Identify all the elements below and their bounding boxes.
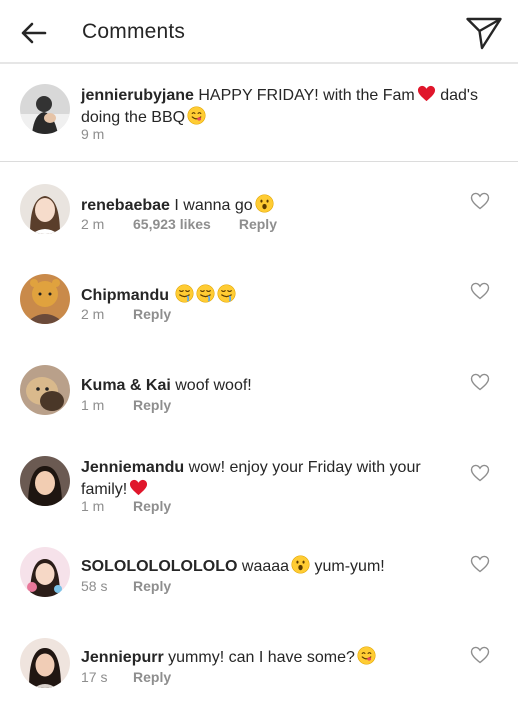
caption-body: HAPPY FRIDAY! with the Fam	[198, 87, 415, 104]
comment-meta: 2 m 65,923 likes Reply	[81, 216, 277, 232]
surprised-face-icon	[255, 194, 274, 213]
like-button[interactable]	[470, 555, 492, 575]
comment-likes[interactable]: 65,923 likes	[133, 216, 211, 232]
comment-row: Chipmandu 2 m Reply	[0, 272, 518, 342]
avatar[interactable]	[20, 547, 70, 597]
heart-outline-icon	[470, 646, 490, 664]
avatar[interactable]	[20, 274, 70, 324]
avatar[interactable]	[20, 184, 70, 234]
comment-body: waaaa	[241, 558, 290, 575]
heart-outline-icon	[470, 282, 490, 300]
reply-button[interactable]: Reply	[133, 578, 171, 594]
caption-text: jennierubyjane HAPPY FRIDAY! with the Fa…	[81, 84, 511, 128]
like-button[interactable]	[470, 464, 492, 484]
post-caption: jennierubyjane HAPPY FRIDAY! with the Fa…	[0, 66, 518, 162]
paper-plane-icon	[466, 17, 502, 50]
heart-outline-icon	[470, 555, 490, 573]
drooling-face-icon	[196, 284, 215, 303]
heart-outline-icon	[470, 373, 490, 391]
comment-text: Chipmandu	[81, 284, 461, 306]
comment-row: Kuma & Kai woof woof! 1 m Reply	[0, 363, 518, 433]
comment-text: Jenniepurr yummy! can I have some?	[81, 646, 461, 668]
profile-photo	[20, 456, 70, 506]
profile-photo	[20, 638, 70, 688]
comment-body: I wanna go	[174, 197, 253, 214]
comment-meta: 1 m Reply	[81, 498, 171, 514]
comment-meta: 1 m Reply	[81, 397, 171, 413]
avatar[interactable]	[20, 365, 70, 415]
surprised-face-icon	[291, 555, 310, 574]
comment-text: SOLOLOLOLOLOLO waaaa yum-yum!	[81, 555, 461, 577]
comment-username[interactable]: Kuma & Kai	[81, 377, 171, 394]
avatar[interactable]	[20, 84, 70, 134]
comment-row: SOLOLOLOLOLOLO waaaa yum-yum! 58 s Reply	[0, 545, 518, 615]
reply-button[interactable]: Reply	[239, 216, 277, 232]
drooling-face-icon	[175, 284, 194, 303]
back-button[interactable]	[16, 16, 50, 50]
comment-username[interactable]: Jenniemandu	[81, 459, 184, 476]
comment-username[interactable]: Jenniepurr	[81, 649, 164, 666]
reply-button[interactable]: Reply	[133, 669, 171, 685]
yum-face-icon	[187, 106, 206, 125]
heart-outline-icon	[470, 192, 490, 210]
reply-button[interactable]: Reply	[133, 498, 171, 514]
profile-photo	[20, 547, 70, 597]
comment-body-2: yum-yum!	[314, 558, 385, 575]
red-heart-icon	[417, 84, 436, 103]
profile-photo	[20, 274, 70, 324]
comment-body: woof woof!	[175, 377, 252, 394]
comment-meta: 2 m Reply	[81, 306, 171, 322]
comment-time: 1 m	[81, 498, 105, 514]
caption-time: 9 m	[81, 126, 105, 142]
share-button[interactable]	[464, 14, 504, 52]
comment-row: Jenniemandu wow! enjoy your Friday with …	[0, 454, 518, 534]
caption-meta: 9 m	[81, 126, 133, 142]
like-button[interactable]	[470, 373, 492, 393]
profile-photo	[20, 365, 70, 415]
like-button[interactable]	[470, 192, 492, 212]
drooling-face-icon	[217, 284, 236, 303]
comment-text: Jenniemandu wow! enjoy your Friday with …	[81, 457, 461, 500]
comment-time: 17 s	[81, 669, 108, 685]
comment-time: 2 m	[81, 306, 105, 322]
comment-time: 58 s	[81, 578, 108, 594]
comment-text: renebaebae I wanna go	[81, 194, 461, 216]
comment-text: Kuma & Kai woof woof!	[81, 375, 461, 396]
comment-row: renebaebae I wanna go 2 m 65,923 likes R…	[0, 180, 518, 250]
yum-face-icon	[357, 646, 376, 665]
profile-photo	[20, 184, 70, 234]
comment-username[interactable]: SOLOLOLOLOLOLO	[81, 558, 237, 575]
like-button[interactable]	[470, 282, 492, 302]
comment-username[interactable]: Chipmandu	[81, 287, 169, 304]
reply-button[interactable]: Reply	[133, 306, 171, 322]
comment-body: yummy! can I have some?	[168, 649, 355, 666]
comment-meta: 58 s Reply	[81, 578, 171, 594]
comment-meta: 17 s Reply	[81, 669, 171, 685]
avatar[interactable]	[20, 456, 70, 506]
red-heart-icon	[129, 478, 148, 497]
comment-time: 1 m	[81, 397, 105, 413]
avatar[interactable]	[20, 638, 70, 688]
comment-username[interactable]: renebaebae	[81, 197, 170, 214]
reply-button[interactable]: Reply	[133, 397, 171, 413]
page-title: Comments	[82, 20, 186, 43]
top-bar: Comments	[0, 0, 518, 64]
like-button[interactable]	[470, 646, 492, 666]
comment-row: Jenniepurr yummy! can I have some? 17 s …	[0, 636, 518, 706]
arrow-left-icon	[21, 22, 47, 44]
profile-photo	[20, 84, 70, 134]
heart-outline-icon	[470, 464, 490, 482]
caption-username[interactable]: jennierubyjane	[81, 87, 194, 104]
comment-time: 2 m	[81, 216, 105, 232]
